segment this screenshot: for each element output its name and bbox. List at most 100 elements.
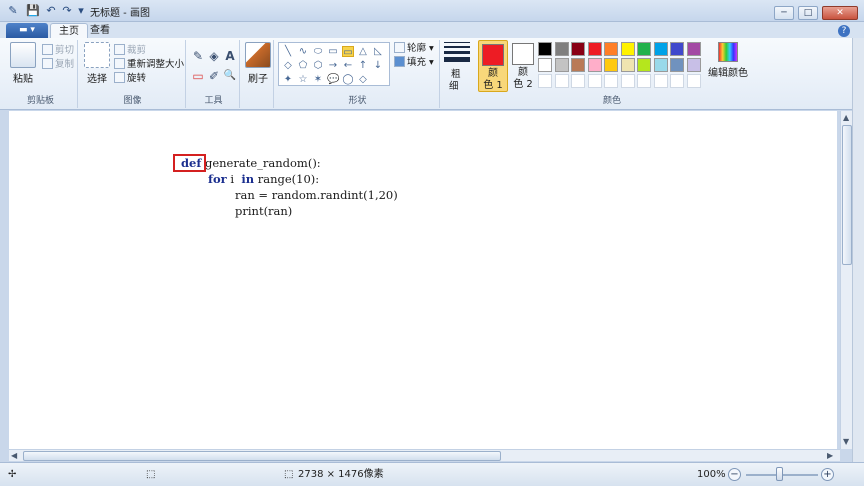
undo-icon[interactable]: ↶ xyxy=(44,4,58,18)
close-button[interactable]: ✕ xyxy=(822,6,858,20)
select-button[interactable]: 选择 xyxy=(82,42,112,85)
palette-color-swatch[interactable] xyxy=(538,58,552,72)
palette-color-swatch[interactable] xyxy=(571,58,585,72)
rotate-button[interactable]: 旋转 xyxy=(114,72,146,85)
fill-button[interactable]: 填充 ▾ xyxy=(394,56,434,69)
copy-label: 复制 xyxy=(55,59,75,70)
pencil-icon[interactable]: ✎ xyxy=(190,48,206,64)
scissors-icon xyxy=(42,44,53,55)
shape-option[interactable]: ◇ xyxy=(357,74,369,85)
palette-color-swatch[interactable] xyxy=(637,58,651,72)
shape-option[interactable]: ⬡ xyxy=(312,60,324,71)
shape-option[interactable]: ∿ xyxy=(297,46,309,57)
palette-color-swatch[interactable] xyxy=(571,42,585,56)
shape-option[interactable]: ⬠ xyxy=(297,60,309,71)
palette-color-swatch[interactable] xyxy=(554,42,569,56)
fill-bucket-icon[interactable]: ◈ xyxy=(206,48,222,64)
palette-color-swatch[interactable] xyxy=(637,42,651,56)
palette-color-swatch[interactable] xyxy=(670,42,684,56)
color1-button[interactable]: 颜 色 1 xyxy=(478,40,508,92)
text-tool-icon[interactable]: A xyxy=(222,48,238,64)
edit-colors-button[interactable]: 编辑颜色 xyxy=(708,42,748,79)
save-icon[interactable]: 💾 xyxy=(26,4,40,18)
palette-color-swatch[interactable] xyxy=(670,58,684,72)
zoom-out-button[interactable]: − xyxy=(728,468,741,481)
image-group-label: 图像 xyxy=(123,96,142,106)
palette-color-swatch[interactable] xyxy=(620,42,635,56)
minimize-button[interactable]: ─ xyxy=(774,6,794,20)
quick-access-more-icon[interactable]: ▾ xyxy=(74,4,88,18)
scroll-right-icon[interactable]: ▶ xyxy=(827,451,833,461)
vertical-scroll-thumb[interactable] xyxy=(842,125,852,265)
crop-button[interactable]: 裁剪 xyxy=(114,44,146,57)
shape-option[interactable]: → xyxy=(327,60,339,71)
palette-color-swatch[interactable] xyxy=(604,58,618,72)
drawing-canvas[interactable]: def generate_random(): for i in range(10… xyxy=(9,111,837,449)
shape-option[interactable]: △ xyxy=(357,46,369,57)
palette-color-swatch[interactable] xyxy=(686,58,701,72)
palette-color-swatch[interactable] xyxy=(670,74,684,88)
shape-option[interactable]: ✶ xyxy=(312,74,324,85)
shape-option[interactable]: ↓ xyxy=(372,60,384,71)
palette-color-swatch[interactable] xyxy=(554,74,569,88)
resize-icon xyxy=(114,58,125,69)
scroll-down-icon[interactable]: ▼ xyxy=(843,437,849,447)
zoom-in-button[interactable]: + xyxy=(821,468,834,481)
shape-option[interactable]: ◇ xyxy=(282,60,294,71)
copy-button[interactable]: 复制 xyxy=(42,58,74,71)
shape-option[interactable]: ◯ xyxy=(342,74,354,85)
palette-color-swatch[interactable] xyxy=(686,74,701,88)
palette-color-swatch[interactable] xyxy=(587,42,602,56)
app-menu-button[interactable]: ▬ ▾ xyxy=(6,23,48,38)
palette-color-swatch[interactable] xyxy=(587,58,602,72)
paint-app-icon[interactable]: ✎ xyxy=(6,4,20,18)
shape-option[interactable]: ⬭ xyxy=(312,46,324,57)
redo-icon[interactable]: ↷ xyxy=(60,4,74,18)
color-picker-icon[interactable]: ✐ xyxy=(206,68,222,84)
outline-button[interactable]: 轮廓 ▾ xyxy=(394,42,434,55)
eraser-icon[interactable]: ▭ xyxy=(190,68,206,84)
shape-option[interactable]: ☆ xyxy=(297,74,309,85)
shape-option[interactable]: ◺ xyxy=(372,46,384,57)
palette-color-swatch[interactable] xyxy=(571,74,585,88)
palette-color-swatch[interactable] xyxy=(620,58,635,72)
cut-button[interactable]: 剪切 xyxy=(42,44,74,57)
magnifier-icon[interactable]: 🔍 xyxy=(222,68,238,84)
palette-color-swatch[interactable] xyxy=(620,74,635,88)
shape-option[interactable]: ▭ xyxy=(327,46,339,57)
palette-color-swatch[interactable] xyxy=(554,58,569,72)
maximize-button[interactable]: □ xyxy=(798,6,818,20)
palette-color-swatch[interactable] xyxy=(686,42,701,56)
clipboard-group-label: 剪贴板 xyxy=(26,96,54,106)
palette-color-swatch[interactable] xyxy=(604,74,618,88)
tab-view[interactable]: 查看 xyxy=(82,23,118,38)
color2-button[interactable]: 颜 色 2 xyxy=(508,40,538,92)
vertical-scrollbar[interactable]: ▲ ▼ xyxy=(840,111,852,449)
shape-option[interactable]: ╲ xyxy=(282,46,294,57)
brushes-button[interactable]: 刷子 xyxy=(244,42,272,85)
palette-color-swatch[interactable] xyxy=(637,74,651,88)
shape-option[interactable]: 💬 xyxy=(327,74,339,85)
palette-color-swatch[interactable] xyxy=(538,74,552,88)
brushes-group: 刷子 xyxy=(242,40,274,108)
scroll-up-icon[interactable]: ▲ xyxy=(843,113,849,123)
code-line-2-text: i xyxy=(226,172,242,186)
help-icon[interactable]: ? xyxy=(838,25,850,37)
shape-option[interactable]: ← xyxy=(342,60,354,71)
palette-color-swatch[interactable] xyxy=(653,42,668,56)
palette-color-swatch[interactable] xyxy=(604,42,618,56)
shape-option[interactable]: ✦ xyxy=(282,74,294,85)
horizontal-scroll-thumb[interactable] xyxy=(23,451,501,461)
shape-option[interactable]: ↑ xyxy=(357,60,369,71)
resize-button[interactable]: 重新调整大小 xyxy=(114,58,184,71)
scroll-left-icon[interactable]: ◀ xyxy=(11,451,17,461)
zoom-slider-thumb[interactable] xyxy=(776,467,783,481)
horizontal-scrollbar[interactable]: ◀ ▶ xyxy=(9,449,840,461)
palette-color-swatch[interactable] xyxy=(587,74,602,88)
paste-button[interactable]: 粘贴 xyxy=(8,42,38,85)
shape-option[interactable]: ▭ xyxy=(342,46,354,58)
palette-color-swatch[interactable] xyxy=(538,42,552,56)
palette-color-swatch[interactable] xyxy=(653,58,668,72)
size-button[interactable] xyxy=(444,42,470,70)
palette-color-swatch[interactable] xyxy=(653,74,668,88)
